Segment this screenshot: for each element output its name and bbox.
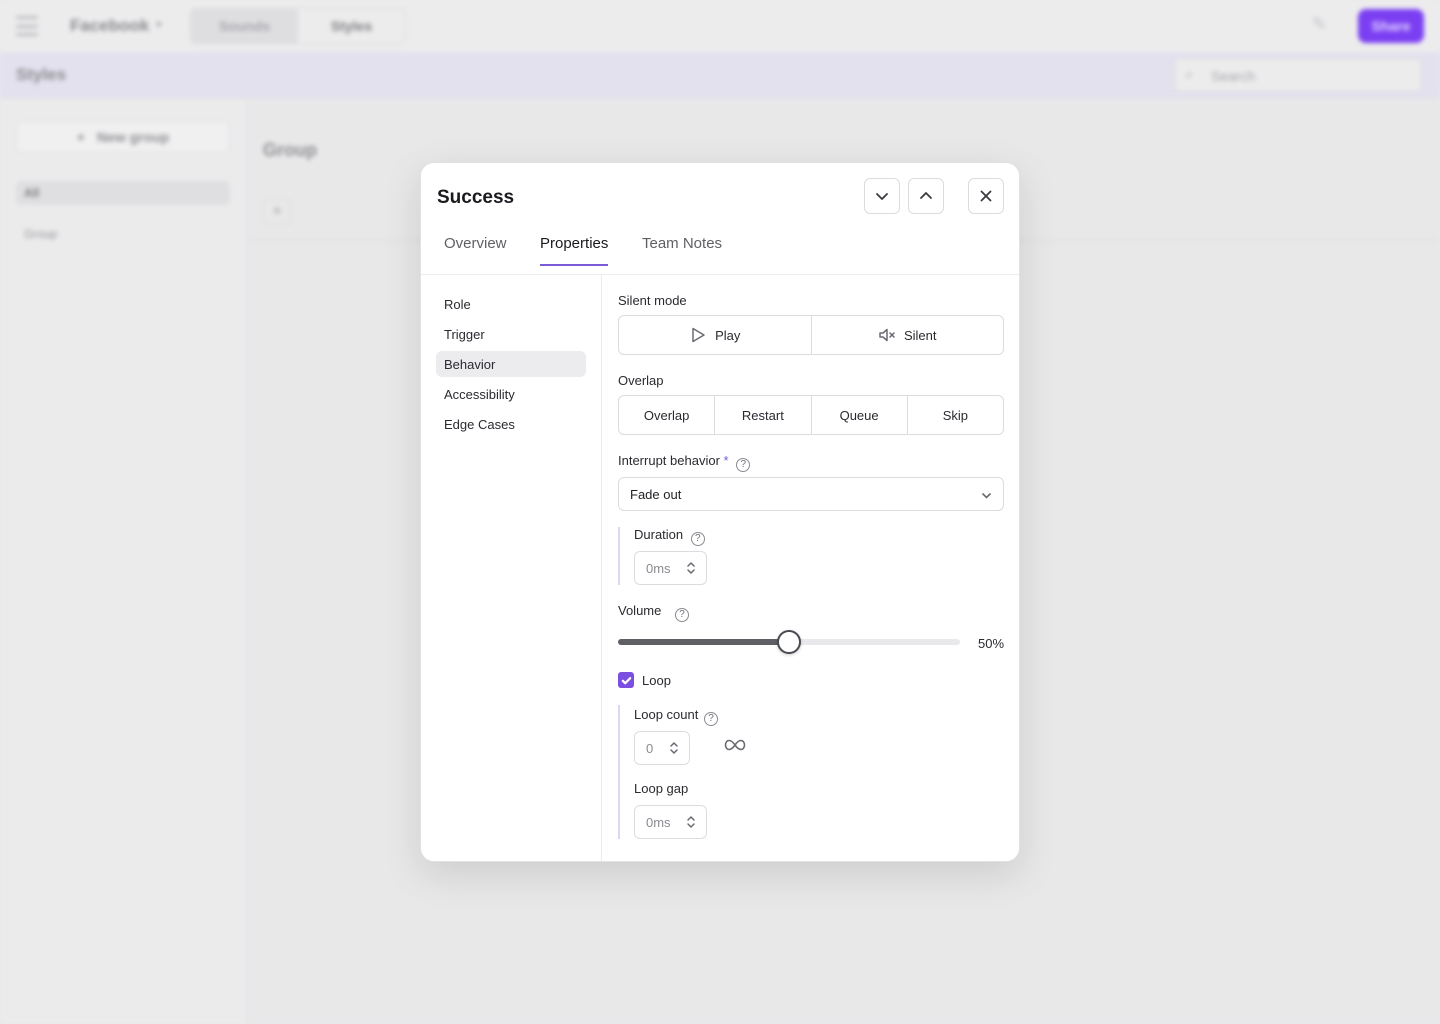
top-bar: Facebook ▾ Sounds Styles ✎ Share	[0, 0, 1440, 52]
nav-item-edge-cases[interactable]: Edge Cases	[436, 411, 586, 437]
stepper-arrows-icon[interactable]	[686, 814, 696, 830]
play-label: Play	[715, 327, 741, 343]
interrupt-behavior-select[interactable]: Fade out	[618, 477, 1004, 511]
nav-item-trigger[interactable]: Trigger	[436, 321, 586, 347]
interrupt-behavior-value: Fade out	[630, 487, 682, 502]
chevron-down-icon	[981, 489, 992, 499]
stepper-arrows-icon[interactable]	[686, 560, 696, 576]
sidebar: + New group All Group	[0, 99, 248, 1024]
duration-group: Duration ? 0ms	[618, 527, 818, 585]
tab-sounds[interactable]: Sounds	[191, 9, 298, 43]
volume-text: Volume	[618, 603, 662, 618]
nav-item-behavior[interactable]: Behavior	[436, 351, 586, 377]
silent-option[interactable]: Silent	[812, 316, 1004, 354]
page-title: Styles	[16, 65, 67, 84]
duration-value: 0ms	[646, 561, 671, 576]
tab-styles[interactable]: Styles	[298, 9, 405, 43]
workspace-name[interactable]: Facebook	[70, 16, 149, 36]
silent-mode-control: Play Silent	[618, 315, 1004, 355]
dialog-title: Success	[437, 187, 515, 208]
interrupt-behavior-text: Interrupt behavior	[618, 453, 720, 468]
help-icon[interactable]: ?	[690, 531, 705, 546]
help-icon[interactable]: ?	[675, 607, 689, 622]
properties-nav: Role Trigger Behavior Accessibility Edge…	[421, 275, 602, 861]
loop-gap-label: Loop gap	[634, 781, 689, 796]
overlap-option-skip[interactable]: Skip	[908, 396, 1003, 434]
overlap-option-restart[interactable]: Restart	[715, 396, 812, 434]
overlap-label: Overlap	[618, 373, 664, 388]
volume-label: Volume ?	[618, 603, 689, 622]
menu-icon[interactable]	[16, 16, 38, 36]
interrupt-behavior-label: Interrupt behavior * ?	[618, 453, 751, 472]
stepper-arrows-icon[interactable]	[669, 740, 679, 756]
new-group-label: New group	[96, 129, 170, 145]
infinity-icon[interactable]	[724, 738, 746, 752]
volume-slider-fill	[618, 639, 789, 645]
loop-count-stepper[interactable]: 0	[634, 731, 690, 765]
sidebar-item-all[interactable]: All	[16, 181, 230, 205]
volume-value: 50%	[978, 636, 1005, 651]
nav-item-accessibility[interactable]: Accessibility	[436, 381, 586, 407]
nav-item-role[interactable]: Role	[436, 291, 586, 317]
chevron-down-icon	[876, 193, 888, 200]
dialog-tabs: Overview Properties Team Notes	[421, 223, 1019, 275]
group-title: Group	[263, 140, 317, 160]
next-item-button[interactable]	[864, 178, 900, 214]
loop-label: Loop	[642, 673, 671, 688]
play-option[interactable]: Play	[619, 316, 812, 354]
loop-gap-stepper[interactable]: 0ms	[634, 805, 707, 839]
help-icon[interactable]: ?	[736, 457, 751, 472]
overlap-option-overlap[interactable]: Overlap	[619, 396, 716, 434]
volume-slider-thumb[interactable]	[777, 630, 801, 654]
chevron-down-icon[interactable]: ▾	[156, 18, 162, 31]
add-item-button[interactable]: +	[263, 198, 291, 226]
silent-label: Silent	[903, 327, 937, 343]
mute-icon	[879, 328, 895, 342]
volume-slider[interactable]	[618, 630, 960, 654]
previous-item-button[interactable]	[908, 178, 944, 214]
new-group-button[interactable]: + New group	[16, 121, 230, 153]
search-input[interactable]: ⌕ Search	[1174, 58, 1422, 92]
close-icon	[980, 190, 992, 202]
tab-team-notes[interactable]: Team Notes	[642, 235, 722, 264]
required-mark: *	[723, 453, 729, 468]
loop-checkbox[interactable]	[618, 672, 634, 688]
loop-count-label: Loop count ?	[634, 707, 718, 726]
sound-properties-dialog: Success Overview Properties Team Notes R…	[420, 162, 1020, 862]
duration-text: Duration	[634, 527, 684, 542]
loop-settings-group: Loop count ? 0 Loop gap 0ms	[618, 705, 818, 839]
duration-stepper[interactable]: 0ms	[634, 551, 707, 585]
page-header: Styles ⌕ Search	[0, 52, 1440, 98]
search-placeholder: Search	[1211, 68, 1256, 84]
overlap-option-queue[interactable]: Queue	[812, 396, 908, 434]
check-icon	[621, 676, 631, 684]
top-tabs: Sounds Styles	[190, 8, 406, 44]
silent-mode-label: Silent mode	[618, 293, 687, 308]
close-button[interactable]	[968, 178, 1004, 214]
help-icon[interactable]: ?	[703, 711, 718, 726]
loop-count-text: Loop count	[634, 707, 699, 722]
tab-properties[interactable]: Properties	[540, 235, 609, 266]
share-button[interactable]: Share	[1358, 9, 1424, 43]
tab-overview[interactable]: Overview	[444, 235, 507, 264]
edit-icon[interactable]: ✎	[1312, 14, 1327, 35]
play-icon	[692, 327, 705, 343]
overlap-control: Overlap Restart Queue Skip	[618, 395, 1004, 435]
loop-count-value: 0	[646, 741, 654, 756]
sidebar-item-group[interactable]: Group	[24, 227, 57, 241]
chevron-up-icon	[920, 192, 932, 199]
search-icon: ⌕	[1185, 66, 1194, 83]
plus-icon: +	[76, 129, 85, 145]
duration-label: Duration ?	[634, 527, 705, 546]
loop-gap-value: 0ms	[646, 815, 671, 830]
